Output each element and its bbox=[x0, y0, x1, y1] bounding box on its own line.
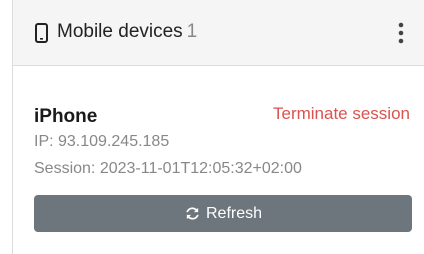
device-name: iPhone bbox=[34, 106, 98, 127]
panel-header: Mobile devices 1 bbox=[13, 0, 424, 66]
refresh-icon bbox=[186, 207, 199, 220]
mobile-phone-icon bbox=[35, 23, 48, 43]
device-count: 1 bbox=[186, 21, 198, 42]
mobile-devices-panel: Mobile devices 1 iPhone Terminate session… bbox=[12, 0, 424, 254]
device-ip: IP: 93.109.245.185 bbox=[34, 133, 170, 150]
panel-title-text: Mobile devices bbox=[57, 21, 183, 42]
device-session: Session: 2023-11-01T12:05:32+02:00 bbox=[34, 160, 302, 177]
vertical-dots-icon[interactable] bbox=[396, 22, 406, 44]
panel-title: Mobile devices 1 bbox=[57, 21, 197, 43]
refresh-button-label: Refresh bbox=[205, 204, 263, 222]
terminate-session-link[interactable]: Terminate session bbox=[273, 104, 410, 124]
refresh-button[interactable]: Refresh bbox=[34, 195, 412, 232]
